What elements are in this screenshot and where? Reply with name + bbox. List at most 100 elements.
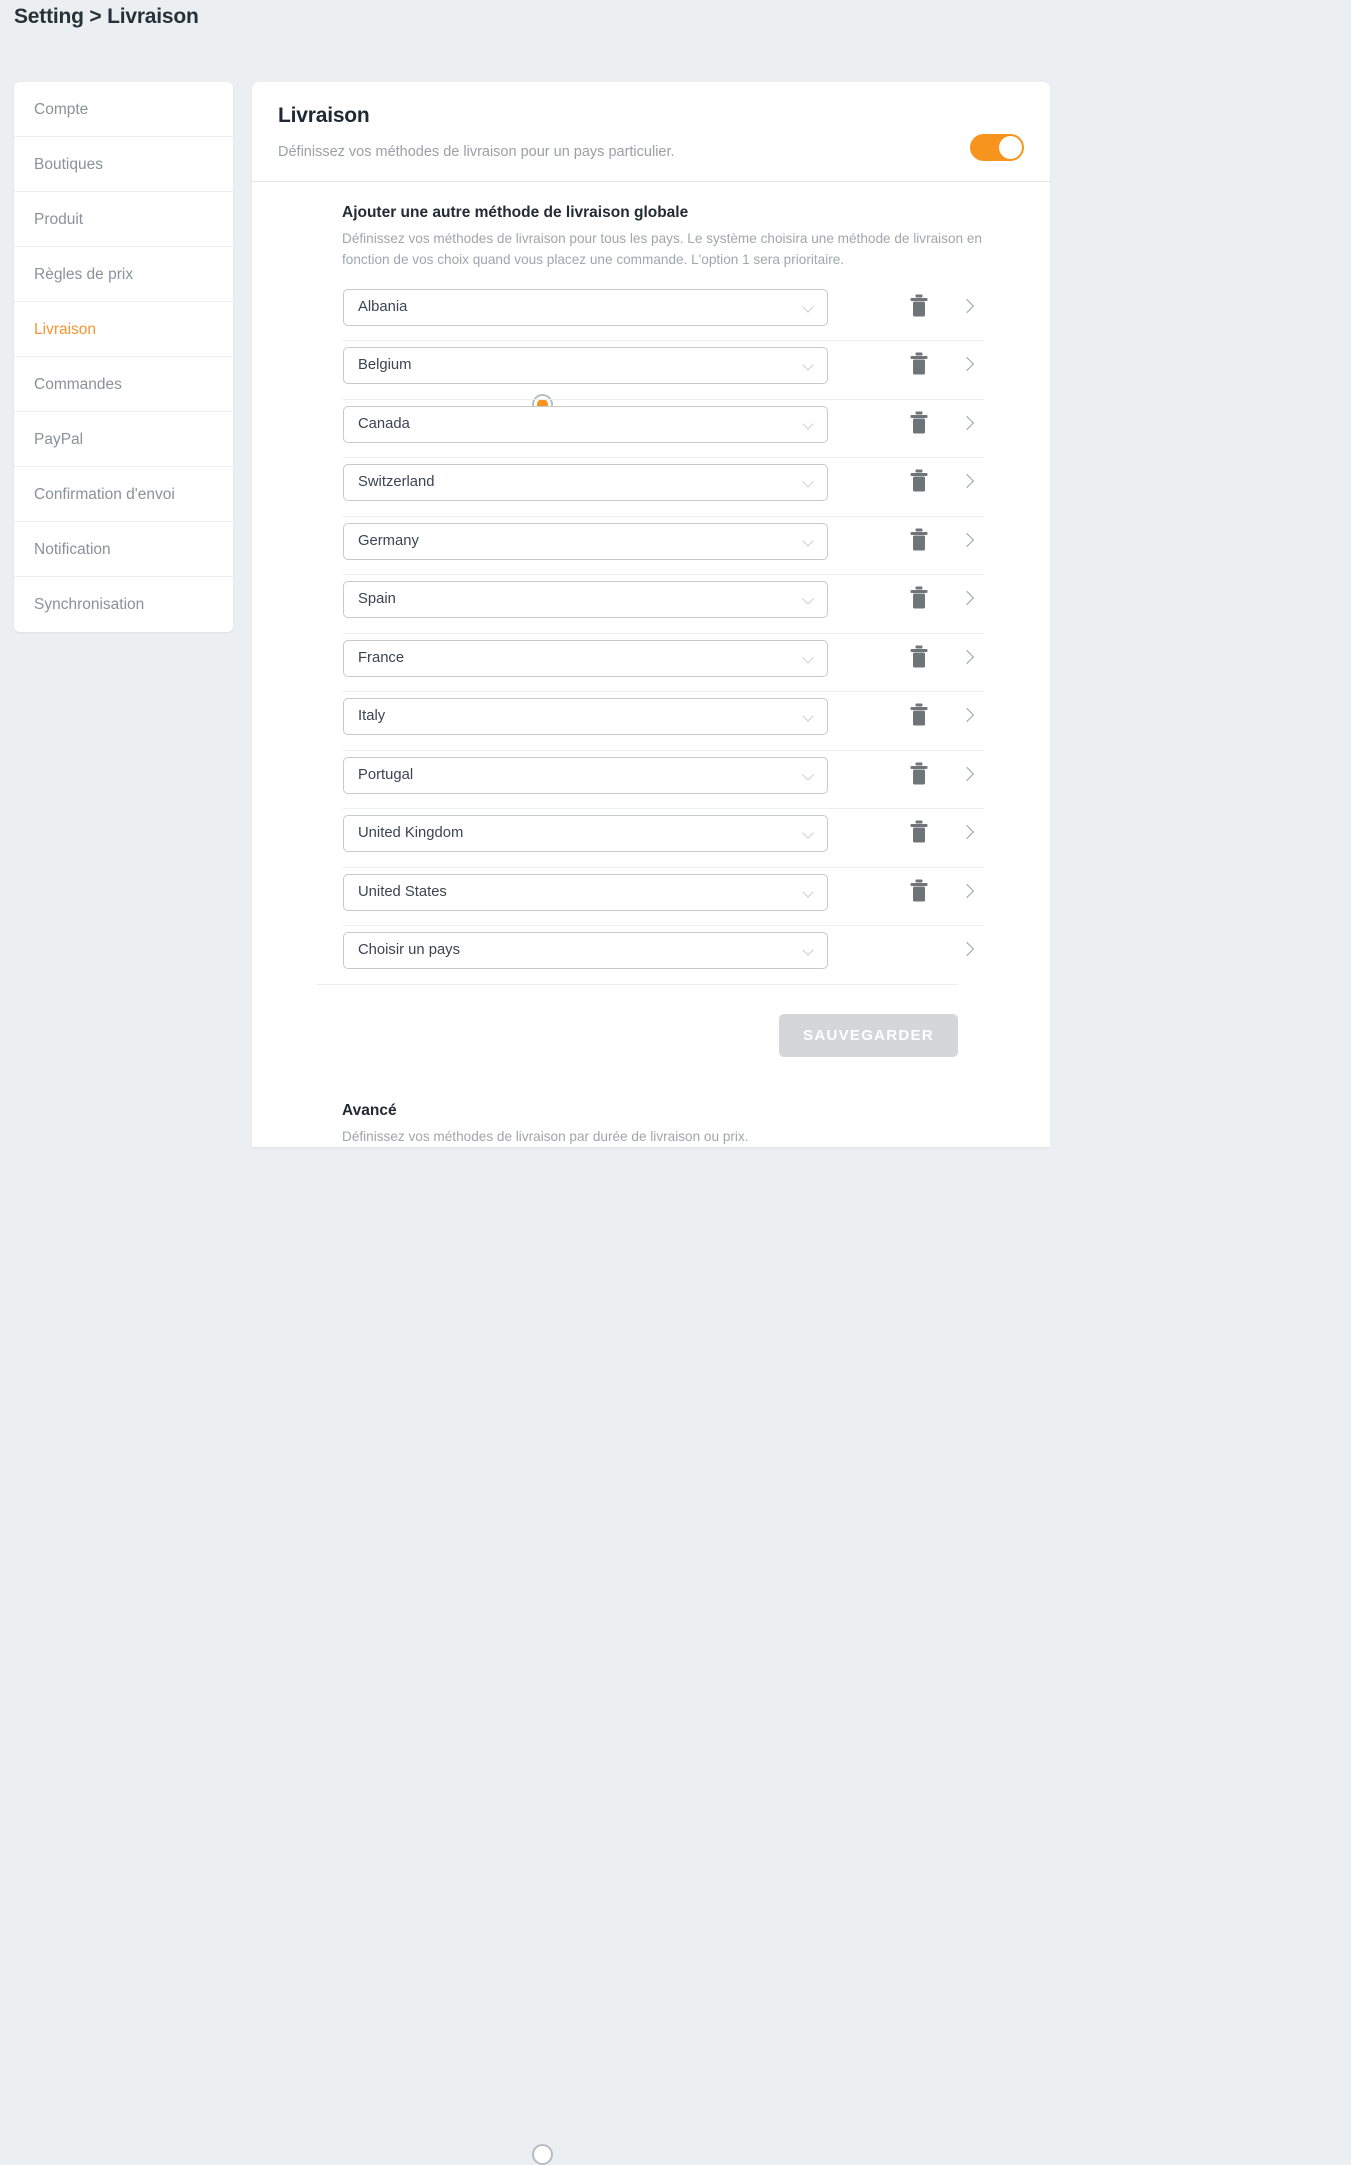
country-select-value: Germany	[358, 524, 419, 559]
chevron-right-icon[interactable]	[961, 475, 973, 487]
country-select[interactable]: Switzerland	[343, 464, 828, 501]
chevron-right-icon[interactable]	[961, 592, 973, 604]
radio-advanced-method[interactable]	[532, 2144, 553, 2165]
sidebar-item-produit[interactable]: Produit	[14, 192, 233, 247]
country-select[interactable]: Belgium	[343, 347, 828, 384]
card-header: Livraison Définissez vos méthodes de liv…	[252, 82, 1050, 182]
country-select[interactable]: Choisir un pays	[343, 932, 828, 969]
chevron-down-icon	[804, 478, 814, 488]
option-advanced-body: Avancé Définissez vos méthodes de livrai…	[342, 1102, 1024, 1147]
chevron-right-icon[interactable]	[961, 651, 973, 663]
sidebar-item-confirmation-d-envoi[interactable]: Confirmation d'envoi	[14, 467, 233, 522]
country-row: Portugal	[343, 751, 984, 810]
sidebar-item-livraison[interactable]: Livraison	[14, 302, 233, 357]
sidebar-item-paypal[interactable]: PayPal	[14, 412, 233, 467]
sidebar-item-compte[interactable]: Compte	[14, 82, 233, 137]
page-subtitle: Définissez vos méthodes de livraison pou…	[278, 144, 1024, 160]
chevron-right-icon[interactable]	[961, 358, 973, 370]
country-select-value: Spain	[358, 582, 396, 617]
chevron-right-icon[interactable]	[961, 943, 973, 955]
sidebar-item-commandes[interactable]: Commandes	[14, 357, 233, 412]
country-select[interactable]: Canada	[343, 406, 828, 443]
chevron-down-icon	[804, 420, 814, 430]
toggle-knob	[999, 136, 1022, 159]
chevron-down-icon	[804, 888, 814, 898]
country-select-value: Choisir un pays	[358, 933, 460, 968]
country-select-value: France	[358, 641, 404, 676]
chevron-right-icon[interactable]	[961, 768, 973, 780]
country-select-value: Belgium	[358, 348, 411, 383]
chevron-right-icon[interactable]	[961, 534, 973, 546]
chevron-down-icon	[804, 946, 814, 956]
country-row: United States	[343, 868, 984, 927]
country-select-value: Albania	[358, 290, 407, 325]
country-select[interactable]: Portugal	[343, 757, 828, 794]
chevron-down-icon	[804, 595, 814, 605]
chevron-down-icon	[804, 537, 814, 547]
chevron-right-icon[interactable]	[961, 826, 973, 838]
trash-icon[interactable]	[909, 352, 929, 376]
sidebar-item-synchronisation[interactable]: Synchronisation	[14, 577, 233, 632]
trash-icon[interactable]	[909, 411, 929, 435]
sidebar-item-boutiques[interactable]: Boutiques	[14, 137, 233, 192]
save-section: SAUVEGARDER	[317, 984, 958, 1078]
trash-icon[interactable]	[909, 469, 929, 493]
option-advanced: Avancé Définissez vos méthodes de livrai…	[252, 1078, 1050, 1147]
country-select[interactable]: Germany	[343, 523, 828, 560]
trash-icon[interactable]	[909, 528, 929, 552]
country-select[interactable]: Italy	[343, 698, 828, 735]
chevron-down-icon	[804, 361, 814, 371]
sidebar-item-notification[interactable]: Notification	[14, 522, 233, 577]
country-select-value: Portugal	[358, 758, 413, 793]
country-row: Belgium	[343, 341, 984, 400]
trash-icon[interactable]	[909, 703, 929, 727]
sidebar-item-label: Livraison	[34, 321, 96, 338]
livraison-toggle[interactable]	[970, 134, 1024, 161]
country-row: Choisir un pays	[343, 926, 984, 984]
country-rows-list: Albania Belgium Canada Switzerland Germany Sp…	[343, 283, 984, 984]
country-select-value: United States	[358, 875, 447, 910]
option-global-description: Définissez vos méthodes de livraison pou…	[342, 228, 990, 271]
chevron-right-icon[interactable]	[961, 417, 973, 429]
country-row: France	[343, 634, 984, 693]
chevron-down-icon	[804, 829, 814, 839]
option-global-title: Ajouter une autre méthode de livraison g…	[342, 204, 1024, 222]
chevron-down-icon	[804, 303, 814, 313]
page-title: Livraison	[278, 104, 1024, 128]
trash-icon[interactable]	[909, 820, 929, 844]
breadcrumb: Setting > Livraison	[14, 5, 199, 29]
country-row: Canada	[343, 400, 984, 459]
chevron-right-icon[interactable]	[961, 709, 973, 721]
country-row: Albania	[343, 283, 984, 342]
trash-icon[interactable]	[909, 294, 929, 318]
save-button[interactable]: SAUVEGARDER	[779, 1014, 958, 1057]
country-select[interactable]: United Kingdom	[343, 815, 828, 852]
sidebar-item-label: Boutiques	[34, 156, 103, 173]
trash-icon[interactable]	[909, 762, 929, 786]
chevron-right-icon[interactable]	[961, 885, 973, 897]
country-row: Italy	[343, 692, 984, 751]
chevron-down-icon	[804, 654, 814, 664]
country-select[interactable]: Albania	[343, 289, 828, 326]
trash-icon[interactable]	[909, 586, 929, 610]
chevron-right-icon[interactable]	[961, 300, 973, 312]
trash-icon[interactable]	[909, 645, 929, 669]
trash-icon[interactable]	[909, 879, 929, 903]
country-select[interactable]: United States	[343, 874, 828, 911]
country-row: United Kingdom	[343, 809, 984, 868]
option-global-body: Ajouter une autre méthode de livraison g…	[342, 204, 1024, 984]
country-row: Switzerland	[343, 458, 984, 517]
settings-sidebar: Compte Boutiques Produit Règles de prix Livr…	[14, 82, 233, 632]
sidebar-item-r-gles-de-prix[interactable]: Règles de prix	[14, 247, 233, 302]
country-select[interactable]: Spain	[343, 581, 828, 618]
country-row: Germany	[343, 517, 984, 576]
chevron-down-icon	[804, 771, 814, 781]
option-global: Ajouter une autre méthode de livraison g…	[252, 182, 1050, 984]
country-select[interactable]: France	[343, 640, 828, 677]
sidebar-item-label: Compte	[34, 101, 88, 118]
chevron-down-icon	[804, 712, 814, 722]
option-advanced-title: Avancé	[342, 1102, 1024, 1120]
sidebar-item-label: Règles de prix	[34, 266, 133, 283]
country-select-value: United Kingdom	[358, 816, 463, 851]
sidebar-item-label: PayPal	[34, 431, 83, 448]
